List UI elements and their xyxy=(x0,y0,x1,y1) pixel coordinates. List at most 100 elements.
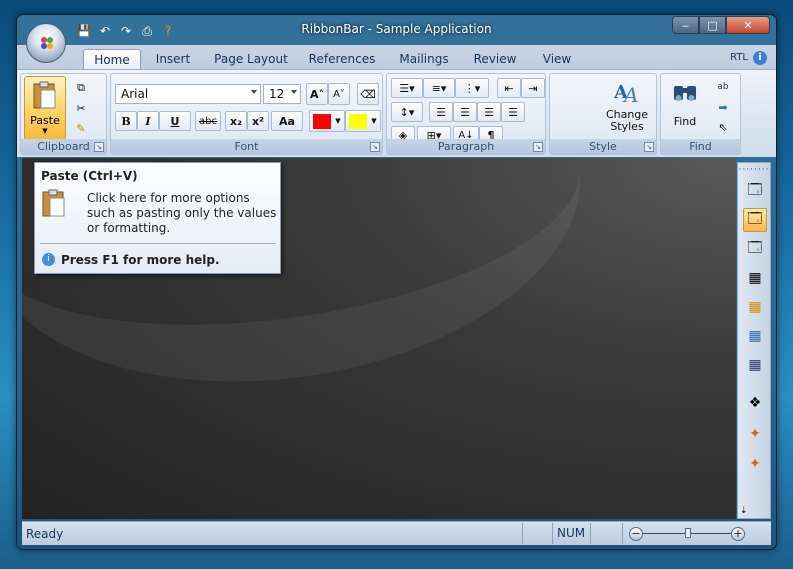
paste-label: Paste xyxy=(30,114,60,127)
layout-blue-icon[interactable]: ▦ xyxy=(743,324,767,348)
font-size-combo[interactable]: 12 xyxy=(263,84,301,104)
zoom-in-button[interactable]: + xyxy=(731,527,745,541)
ribbon-tabs: Home Insert Page Layout References Maili… xyxy=(17,45,776,69)
layout-navy-icon[interactable]: ▦ xyxy=(743,353,767,377)
replace-icon[interactable]: ab xyxy=(713,78,733,96)
svg-text:A: A xyxy=(622,83,638,106)
line-spacing-icon[interactable]: ↕▾ xyxy=(391,102,423,122)
find-label: Find xyxy=(673,115,697,128)
paste-dropdown-icon: ▼ xyxy=(42,127,48,135)
layout-gray-icon[interactable]: ▦ xyxy=(743,266,767,290)
change-case-button[interactable]: Aa xyxy=(271,111,303,131)
cut-icon[interactable]: ✂ xyxy=(71,99,91,117)
application-button[interactable] xyxy=(26,23,66,63)
rtl-toggle[interactable]: RTL xyxy=(730,52,748,63)
tab-references[interactable]: References xyxy=(305,49,379,69)
status-bar: Ready NUM − + xyxy=(22,521,771,545)
grow-font-button[interactable]: A˄ xyxy=(306,83,328,105)
find-group: Find ab ➡ ⇖ Find xyxy=(660,73,741,155)
office-logo-icon xyxy=(41,37,53,49)
superscript-button[interactable]: x² xyxy=(247,111,269,131)
select-icon[interactable]: ⇖ xyxy=(713,118,733,136)
status-separator xyxy=(590,523,591,544)
tab-review[interactable]: Review xyxy=(469,49,521,69)
window-theme-icon[interactable]: 🗔 xyxy=(743,179,767,203)
tab-insert[interactable]: Insert xyxy=(148,49,198,69)
shrink-font-button[interactable]: A˅ xyxy=(328,83,350,105)
subscript-button[interactable]: x₂ xyxy=(225,111,247,131)
close-button[interactable]: ✕ xyxy=(726,16,770,34)
title-bar: 💾 ↶ ↷ ⎙ ? RibbonBar - Sample Application… xyxy=(17,15,776,45)
main-window: 💾 ↶ ↷ ⎙ ? RibbonBar - Sample Application… xyxy=(16,14,777,550)
tooltip-body: Click here for more options such as past… xyxy=(87,191,277,235)
style-8-icon[interactable]: ✦ xyxy=(743,422,767,446)
tooltip-title: Paste (Ctrl+V) xyxy=(41,169,138,183)
status-separator xyxy=(522,523,523,544)
status-num-lock: NUM xyxy=(552,523,589,544)
tab-mailings[interactable]: Mailings xyxy=(394,49,454,69)
font-group-label: Font xyxy=(111,139,382,154)
style-group-label: Style xyxy=(550,139,656,154)
tab-view[interactable]: View xyxy=(535,49,579,69)
tab-page-layout[interactable]: Page Layout xyxy=(212,49,290,69)
italic-button[interactable]: I xyxy=(137,111,159,131)
window-theme-blue-icon[interactable]: 🗔 xyxy=(743,237,767,261)
window-theme-selected-icon[interactable]: 🗔 xyxy=(743,208,767,232)
zoom-thumb[interactable] xyxy=(685,528,691,538)
window-title: RibbonBar - Sample Application xyxy=(301,22,492,36)
clipboard-icon xyxy=(33,81,56,109)
change-styles-label-2: Styles xyxy=(610,120,644,133)
go-to-icon[interactable]: ➡ xyxy=(713,98,733,116)
window-controls: ‒ □ ✕ xyxy=(672,16,770,34)
tooltip-divider xyxy=(40,243,276,244)
format-painter-icon[interactable]: ✎ xyxy=(71,119,91,137)
font-color-button[interactable]: ▼ xyxy=(309,110,345,132)
style-launcher-icon[interactable]: ↘ xyxy=(644,142,654,152)
strikethrough-button[interactable]: abc xyxy=(195,111,221,131)
style-group: AA Change Styles Style ↘ xyxy=(549,73,657,155)
tab-home[interactable]: Home xyxy=(83,49,141,69)
decrease-indent-icon[interactable]: ⇤ xyxy=(497,78,521,98)
status-ready: Ready xyxy=(26,527,64,541)
clipboard-icon xyxy=(42,189,65,217)
paragraph-group-label: Paragraph xyxy=(387,139,545,154)
bold-button[interactable]: B xyxy=(115,111,137,131)
zoom-slider[interactable]: − + xyxy=(629,526,745,542)
minimize-button[interactable]: ‒ xyxy=(672,16,699,34)
clipboard-group: Paste ▼ ⧉ ✂ ✎ Clipboard ↘ xyxy=(20,73,107,155)
layout-orange-icon[interactable]: ▦ xyxy=(743,295,767,319)
find-button[interactable]: Find xyxy=(665,78,705,138)
zoom-out-button[interactable]: − xyxy=(629,527,643,541)
toolbar-grip-icon[interactable]: ········ xyxy=(738,165,770,175)
font-name-combo[interactable]: Arial xyxy=(115,84,261,104)
underline-button[interactable]: U xyxy=(159,111,191,131)
paragraph-group: ☰▾ ≡▾ ⋮▾ ⇤ ⇥ ↕▾ ☰ ☰ ☰ ☰ ◈ ⊞▾ A↓ ¶ Paragr… xyxy=(386,73,546,155)
windows-logo-icon[interactable]: ❖ xyxy=(743,391,767,415)
find-group-label: Find xyxy=(661,139,740,154)
clear-formatting-icon[interactable]: ⌫ xyxy=(357,83,379,105)
help-icon[interactable]: i xyxy=(753,51,767,65)
maximize-button[interactable]: □ xyxy=(699,16,726,34)
numbering-icon[interactable]: ≡▾ xyxy=(423,78,455,98)
change-styles-button[interactable]: AA Change Styles xyxy=(602,78,652,138)
bullets-icon[interactable]: ☰▾ xyxy=(391,78,423,98)
paragraph-launcher-icon[interactable]: ↘ xyxy=(533,142,543,152)
align-right-icon[interactable]: ☰ xyxy=(477,102,501,122)
align-center-icon[interactable]: ☰ xyxy=(453,102,477,122)
justify-icon[interactable]: ☰ xyxy=(501,102,525,122)
multilevel-list-icon[interactable]: ⋮▾ xyxy=(455,78,489,98)
info-icon: i xyxy=(42,253,55,266)
copy-icon[interactable]: ⧉ xyxy=(71,79,91,97)
font-launcher-icon[interactable]: ↘ xyxy=(370,142,380,152)
clipboard-launcher-icon[interactable]: ↘ xyxy=(94,142,104,152)
increase-indent-icon[interactable]: ⇥ xyxy=(521,78,545,98)
toolbar-expand-icon[interactable]: ⇣ xyxy=(740,506,748,516)
highlight-color-button[interactable]: ▼ xyxy=(345,110,381,132)
style-5-icon[interactable]: ✦ xyxy=(743,452,767,476)
change-styles-icon: AA xyxy=(613,82,638,107)
side-toolbar: ········ 🗔 🗔 🗔 ▦ ▦ ▦ ▦ ❖ ✦ ✦ ⇣ xyxy=(737,162,771,519)
font-color-swatch xyxy=(313,113,332,129)
paste-button[interactable]: Paste ▼ xyxy=(24,76,66,140)
status-separator xyxy=(622,523,623,544)
align-left-icon[interactable]: ☰ xyxy=(429,102,453,122)
